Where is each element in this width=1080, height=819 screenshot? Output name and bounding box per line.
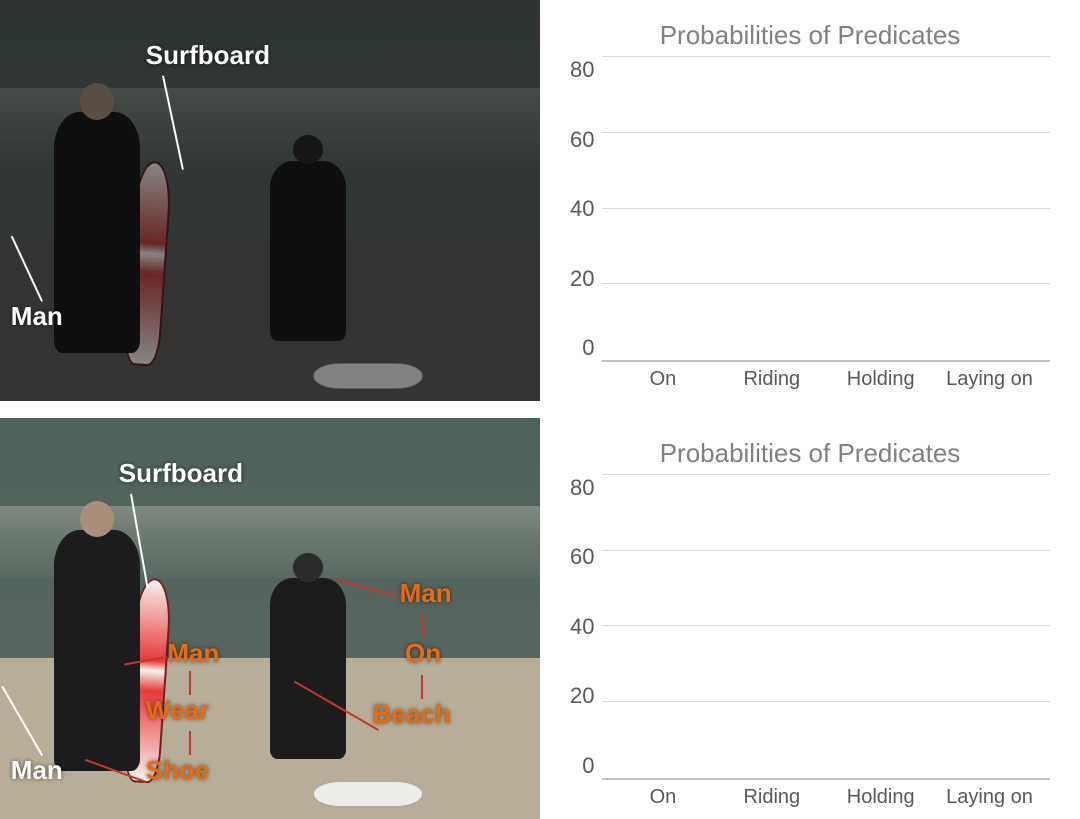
scene-bottom (0, 418, 540, 819)
chart-area-1: 80 60 40 20 0 (570, 475, 1050, 809)
image-panel-bottom: Surfboard Man Man Wear Shoe Man On Beach (0, 418, 540, 819)
ytick: 0 (582, 753, 594, 779)
xlabel: Laying on (935, 368, 1044, 391)
ytick: 80 (570, 57, 594, 83)
ytick: 60 (570, 127, 594, 153)
triplet-connector-right-2 (421, 675, 423, 699)
figure: Surfboard Man Probabilities of Predicate… (0, 0, 1080, 819)
row-top: Surfboard Man Probabilities of Predicate… (0, 0, 1080, 401)
label-orange-beach: Beach (373, 699, 451, 730)
grid-0 (602, 57, 1050, 362)
label-orange-on: On (405, 638, 441, 669)
label-orange-man-right: Man (400, 578, 452, 609)
xlabel: Holding (826, 368, 935, 391)
ytick: 20 (570, 266, 594, 292)
chart-title-1: Probabilities of Predicates (570, 438, 1050, 469)
xlabel: On (608, 368, 717, 391)
ytick: 60 (570, 544, 594, 570)
plot-1: On Riding Holding Laying on (602, 475, 1050, 809)
ytick: 80 (570, 475, 594, 501)
label-surfboard-bottom: Surfboard (119, 458, 243, 489)
label-orange-wear: Wear (146, 695, 209, 726)
label-surfboard-top: Surfboard (146, 40, 270, 71)
triplet-connector-left-2 (189, 731, 191, 755)
triplet-connector-right-1 (421, 614, 423, 638)
chart-panel-1: Probabilities of Predicates 80 60 40 20 … (540, 418, 1080, 819)
xlabel: On (608, 786, 717, 809)
plot-0: On Riding Holding Laying on (602, 57, 1050, 391)
ytick: 40 (570, 614, 594, 640)
xlabel: Riding (717, 786, 826, 809)
x-axis-0: On Riding Holding Laying on (602, 362, 1050, 391)
y-axis-1: 80 60 40 20 0 (570, 475, 602, 809)
ytick: 0 (582, 335, 594, 361)
triplet-connector-left-1 (189, 671, 191, 695)
grid-1 (602, 475, 1050, 780)
image-panel-top: Surfboard Man (0, 0, 540, 401)
row-bottom: Surfboard Man Man Wear Shoe Man On Beach… (0, 418, 1080, 819)
xlabel: Holding (826, 786, 935, 809)
chart-area-0: 80 60 40 20 0 (570, 57, 1050, 391)
bars-1 (602, 475, 1050, 778)
xlabel: Riding (717, 368, 826, 391)
label-man-top: Man (11, 301, 63, 332)
xlabel: Laying on (935, 786, 1044, 809)
x-axis-1: On Riding Holding Laying on (602, 780, 1050, 809)
ytick: 20 (570, 683, 594, 709)
label-orange-shoe: Shoe (146, 755, 210, 786)
label-man-bottom-white: Man (11, 755, 63, 786)
ytick: 40 (570, 196, 594, 222)
chart-title-0: Probabilities of Predicates (570, 20, 1050, 51)
label-orange-man-left: Man (167, 638, 219, 669)
chart-panel-0: Probabilities of Predicates 80 60 40 20 … (540, 0, 1080, 401)
y-axis-0: 80 60 40 20 0 (570, 57, 602, 391)
bars-0 (602, 57, 1050, 360)
